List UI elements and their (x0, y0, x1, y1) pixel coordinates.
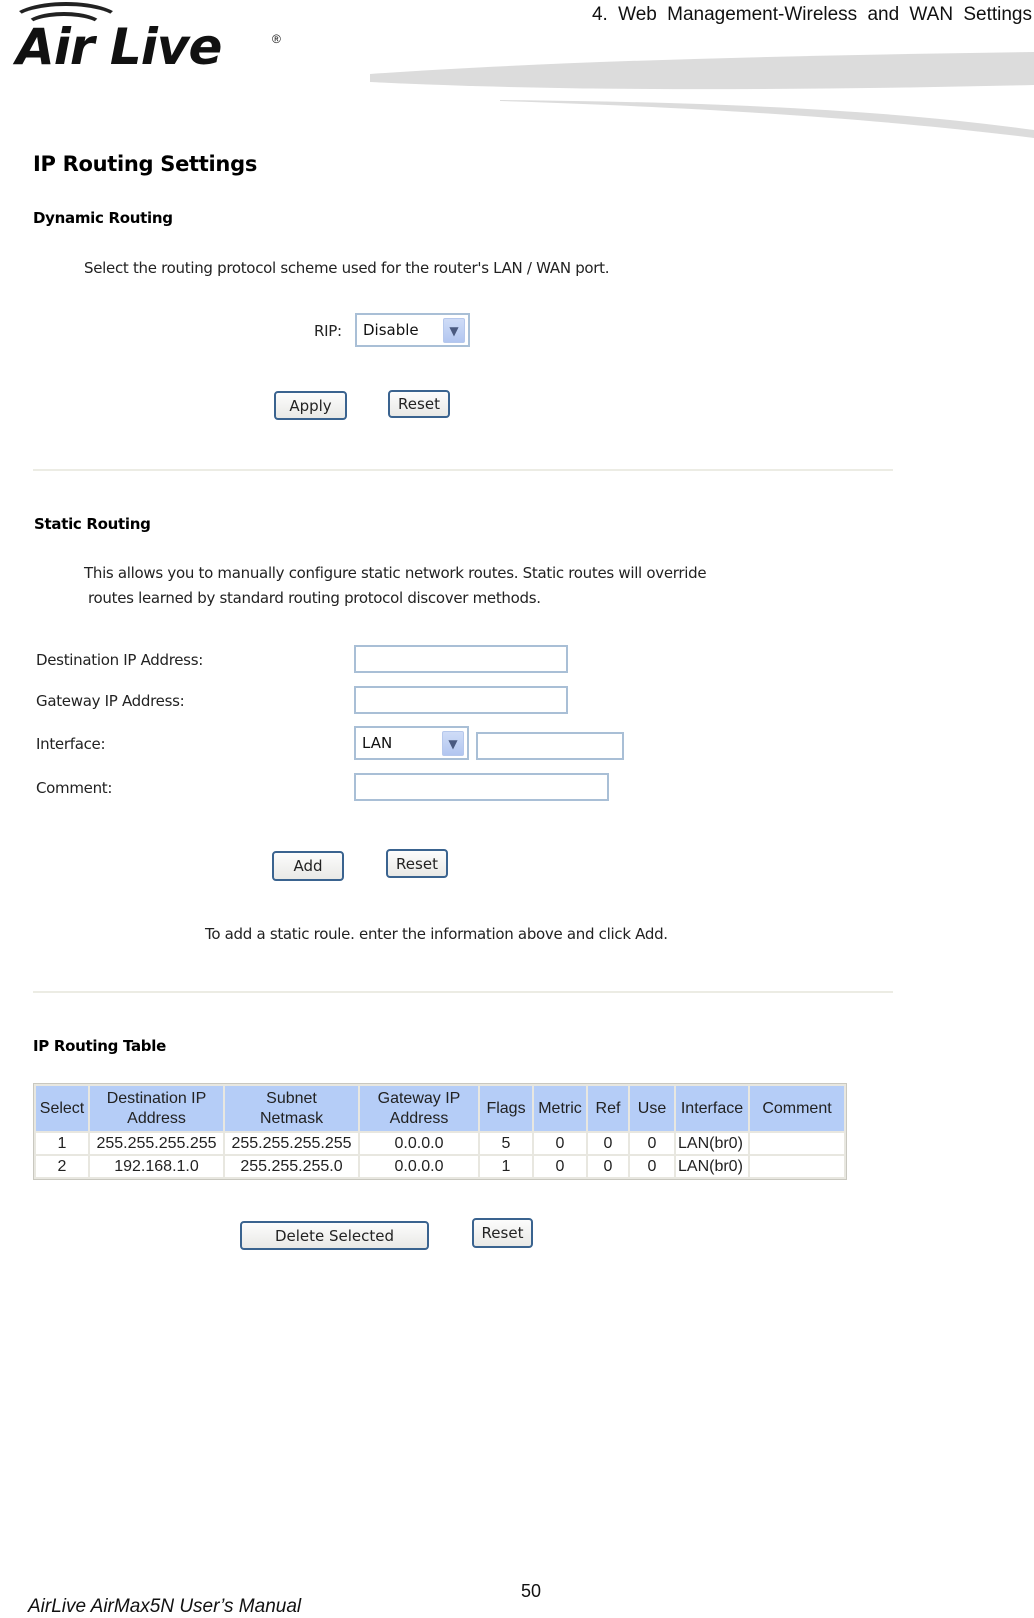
column-header-text: Use (637, 1099, 667, 1117)
dynamic-reset-button[interactable]: Reset (388, 390, 450, 418)
chapter-title: 4. Web Management-Wireless and WAN Setti… (591, 4, 1032, 25)
routing-table: Select Destination IP Address Subnet Netmask… (33, 1083, 847, 1180)
rip-label: RIP: (314, 322, 342, 340)
destination-ip-input[interactable] (354, 645, 568, 673)
column-header-netmask: Subnet Netmask (225, 1086, 358, 1131)
cell-select[interactable]: 1 (36, 1133, 88, 1154)
column-header-ref: Ref (588, 1086, 628, 1131)
cell-ref: 0 (588, 1133, 628, 1154)
interface-label: Interface: (36, 735, 106, 753)
header-swoosh-decoration (370, 52, 1034, 138)
column-header-use: Use (630, 1086, 674, 1131)
manual-title: AirLive AirMax5N User’s Manual (28, 1596, 302, 1617)
section-divider (33, 991, 893, 993)
column-header-text: Comment (762, 1099, 832, 1117)
static-reset-button[interactable]: Reset (386, 849, 448, 878)
column-header-text: Flags (486, 1099, 526, 1117)
cell-interface: LAN(br0) (676, 1133, 748, 1154)
cell-ref: 0 (588, 1156, 628, 1177)
cell-flags: 5 (480, 1133, 532, 1154)
table-row[interactable]: 1 255.255.255.255 255.255.255.255 0.0.0.0 5 0… (36, 1133, 844, 1154)
cell-select[interactable]: 2 (36, 1156, 88, 1177)
column-header-text: Address (389, 1109, 449, 1127)
table-row[interactable]: 2 192.168.1.0 255.255.255.0 0.0.0.0 1 0 0 0 LAN(… (36, 1156, 844, 1177)
column-header-text: Netmask (259, 1109, 324, 1127)
cell-netmask: 255.255.255.255 (225, 1133, 358, 1154)
cell-metric: 0 (534, 1156, 586, 1177)
column-header-text: Gateway IP (377, 1089, 461, 1107)
interface-select-value: LAN (362, 734, 393, 752)
column-header-text: Select (39, 1099, 85, 1117)
cell-gateway: 0.0.0.0 (360, 1156, 478, 1177)
rip-select[interactable]: Disable ▼ (355, 313, 470, 347)
static-routing-description-line1: This allows you to manually configure st… (84, 564, 707, 582)
column-header-text: Address (127, 1109, 186, 1127)
interface-extra-input[interactable] (476, 732, 624, 760)
destination-ip-label: Destination IP Address: (36, 651, 203, 669)
comment-label: Comment: (36, 779, 113, 797)
section-divider (33, 469, 893, 471)
page-title: IP Routing Settings (33, 152, 258, 176)
gateway-ip-input[interactable] (354, 686, 568, 714)
cell-gateway: 0.0.0.0 (360, 1133, 478, 1154)
registered-mark: ® (272, 32, 281, 46)
column-header-text: Subnet (266, 1089, 317, 1107)
cell-use: 0 (630, 1133, 674, 1154)
add-route-hint: To add a static roule. enter the informa… (205, 925, 668, 943)
static-routing-description-line2: routes learned by standard routing proto… (88, 589, 541, 607)
chevron-down-icon: ▼ (442, 731, 464, 756)
cell-flags: 1 (480, 1156, 532, 1177)
cell-comment (750, 1156, 844, 1177)
column-header-text: Destination IP (106, 1089, 207, 1107)
column-header-text: Interface (680, 1099, 744, 1117)
interface-select[interactable]: LAN ▼ (354, 726, 469, 760)
routing-table-heading: IP Routing Table (33, 1037, 166, 1055)
delete-selected-button[interactable]: Delete Selected (240, 1221, 429, 1250)
table-reset-button[interactable]: Reset (472, 1218, 533, 1248)
column-header-destination: Destination IP Address (90, 1086, 223, 1131)
cell-interface: LAN(br0) (676, 1156, 748, 1177)
column-header-text: Ref (595, 1099, 621, 1117)
column-header-text: Metric (538, 1099, 582, 1117)
table-header-row: Select Destination IP Address Subnet Netmask… (36, 1086, 844, 1131)
airlive-logo: Air Live ® (10, 2, 300, 80)
cell-destination: 255.255.255.255 (90, 1133, 223, 1154)
cell-use: 0 (630, 1156, 674, 1177)
page-number: 50 (521, 1581, 542, 1601)
add-button[interactable]: Add (272, 851, 344, 881)
apply-button[interactable]: Apply (274, 391, 347, 420)
column-header-comment: Comment (750, 1086, 844, 1131)
cell-metric: 0 (534, 1133, 586, 1154)
dynamic-routing-description: Select the routing protocol scheme used … (84, 259, 610, 277)
column-header-metric: Metric (534, 1086, 586, 1131)
column-header-flags: Flags (480, 1086, 532, 1131)
logo-text: Air Live (16, 18, 222, 76)
cell-netmask: 255.255.255.0 (225, 1156, 358, 1177)
cell-destination: 192.168.1.0 (90, 1156, 223, 1177)
comment-input[interactable] (354, 773, 609, 801)
static-routing-heading: Static Routing (34, 515, 151, 533)
cell-comment (750, 1133, 844, 1154)
dynamic-routing-heading: Dynamic Routing (33, 209, 173, 227)
chevron-down-icon: ▼ (443, 318, 465, 343)
rip-select-value: Disable (363, 321, 419, 339)
column-header-select: Select (36, 1086, 88, 1131)
gateway-ip-label: Gateway IP Address: (36, 692, 185, 710)
column-header-interface: Interface (676, 1086, 748, 1131)
column-header-gateway: Gateway IP Address (360, 1086, 478, 1131)
